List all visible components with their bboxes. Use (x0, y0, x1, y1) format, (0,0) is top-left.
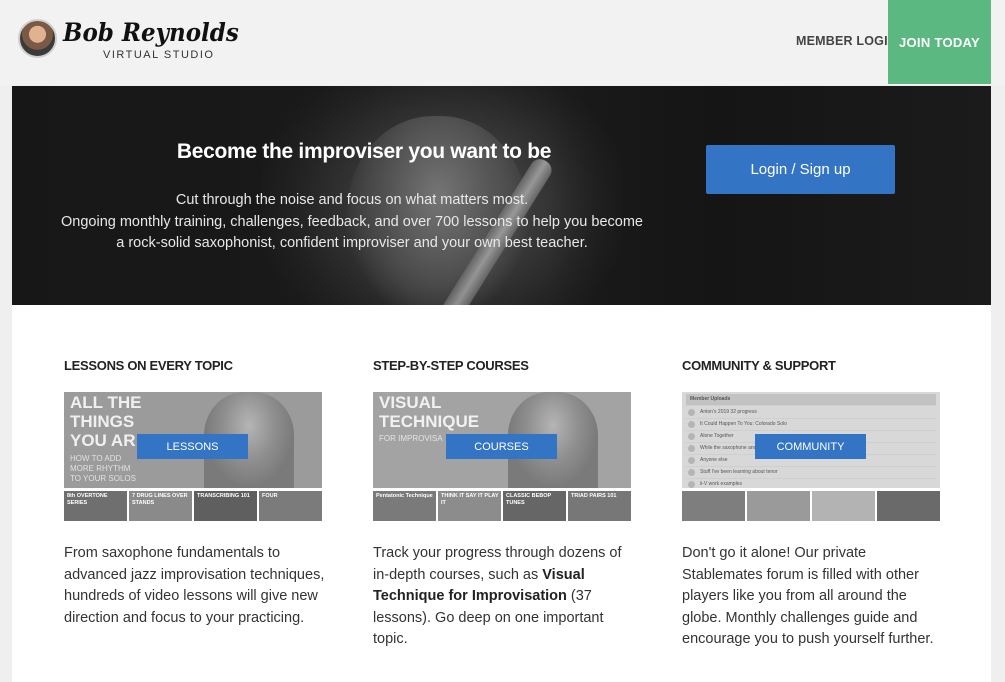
site-header: Bob Reynolds VIRTUAL STUDIO MEMBER LOGIN… (0, 0, 1005, 85)
thumb-text: THINGS (70, 412, 135, 431)
forum-row: Anton's 2019 32 progress (686, 407, 936, 419)
logo-subtitle: VIRTUAL STUDIO (103, 49, 215, 61)
thumb-text: VISUAL (379, 393, 442, 412)
thumb-text: FOR IMPROVISA (379, 434, 443, 443)
lesson-tile[interactable]: TRANSCRIBING 101 (194, 491, 257, 521)
course-tile[interactable]: CLASSIC BEBOP TUNES (503, 491, 566, 521)
logo-wordmark: Bob Reynolds VIRTUAL STUDIO (63, 16, 239, 61)
feature-title: COMMUNITY & SUPPORT (682, 358, 836, 373)
courses-button[interactable]: COURSES (446, 434, 557, 459)
course-tile[interactable]: Pentatonic Technique (373, 491, 436, 521)
thumb-text: YOU AR (70, 431, 136, 450)
lesson-tile[interactable]: 8th OVERTONE SERIES (64, 491, 127, 521)
community-photo[interactable] (877, 491, 940, 521)
lesson-tile[interactable]: FOUR (259, 491, 322, 521)
feature-title: STEP-BY-STEP COURSES (373, 358, 529, 373)
community-photo[interactable] (812, 491, 875, 521)
lessons-thumbnail[interactable]: ALL THE THINGS YOU AR HOW TO ADD MORE RH… (64, 392, 322, 488)
courses-tile-strip: Pentatonic Technique THINK IT SAY IT PLA… (373, 491, 631, 521)
community-photo[interactable] (682, 491, 745, 521)
lesson-tile[interactable]: 7 DRUG LINES OVER STANDS (129, 491, 192, 521)
forum-row: Stuff I've been learning about tenor (686, 467, 936, 479)
community-thumbnail[interactable]: Member Uploads Anton's 2019 32 progress … (682, 392, 940, 488)
forum-row: It Could Happen To You: Colorado Solo (686, 419, 936, 431)
hero-tagline-2: Ongoing monthly training, challenges, fe… (61, 214, 643, 230)
course-tile[interactable]: THINK IT SAY IT PLAY IT (438, 491, 501, 521)
feature-description: Track your progress through dozens of in… (373, 545, 622, 647)
avatar (18, 19, 57, 58)
site-logo[interactable]: Bob Reynolds VIRTUAL STUDIO (18, 16, 239, 61)
hero-banner: Become the improviser you want to be Cut… (12, 86, 991, 305)
hero-tagline-3: a rock-solid saxophonist, confident impr… (116, 235, 588, 251)
features-section: LESSONS ON EVERY TOPIC ALL THE THINGS YO… (12, 305, 991, 682)
community-button[interactable]: COMMUNITY (755, 434, 866, 459)
feature-description: Don't go it alone! Our private Stablemat… (682, 545, 934, 647)
feature-description: From saxophone fundamentals to advanced … (64, 545, 325, 626)
lessons-tile-strip: 8th OVERTONE SERIES 7 DRUG LINES OVER ST… (64, 491, 322, 521)
lessons-button[interactable]: LESSONS (137, 434, 248, 459)
thumb-text: TO YOUR SOLOS (70, 474, 136, 483)
course-tile[interactable]: TRIAD PAIRS 101 (568, 491, 631, 521)
thumb-text: HOW TO ADD (70, 454, 122, 463)
hero-tagline-1: Cut through the noise and focus on what … (175, 192, 529, 208)
logo-name: Bob Reynolds (63, 18, 239, 47)
forum-row: Member Uploads (686, 394, 936, 406)
forum-row: ii-V work examples (686, 479, 936, 488)
thumb-text: TECHNIQUE (379, 412, 480, 431)
thumb-text: ALL THE (70, 393, 142, 412)
login-signup-button[interactable]: Login / Sign up (706, 145, 895, 194)
join-today-button[interactable]: JOIN TODAY (888, 0, 991, 84)
courses-thumbnail[interactable]: VISUAL TECHNIQUE FOR IMPROVISA COURSES (373, 392, 631, 488)
thumb-text: MORE RHYTHM (70, 464, 131, 473)
community-photo[interactable] (747, 491, 810, 521)
member-login-link[interactable]: MEMBER LOGIN (796, 34, 897, 48)
community-photo-strip (682, 491, 940, 521)
hero-title: Become the improviser you want to be (176, 140, 552, 163)
feature-title: LESSONS ON EVERY TOPIC (64, 358, 233, 373)
